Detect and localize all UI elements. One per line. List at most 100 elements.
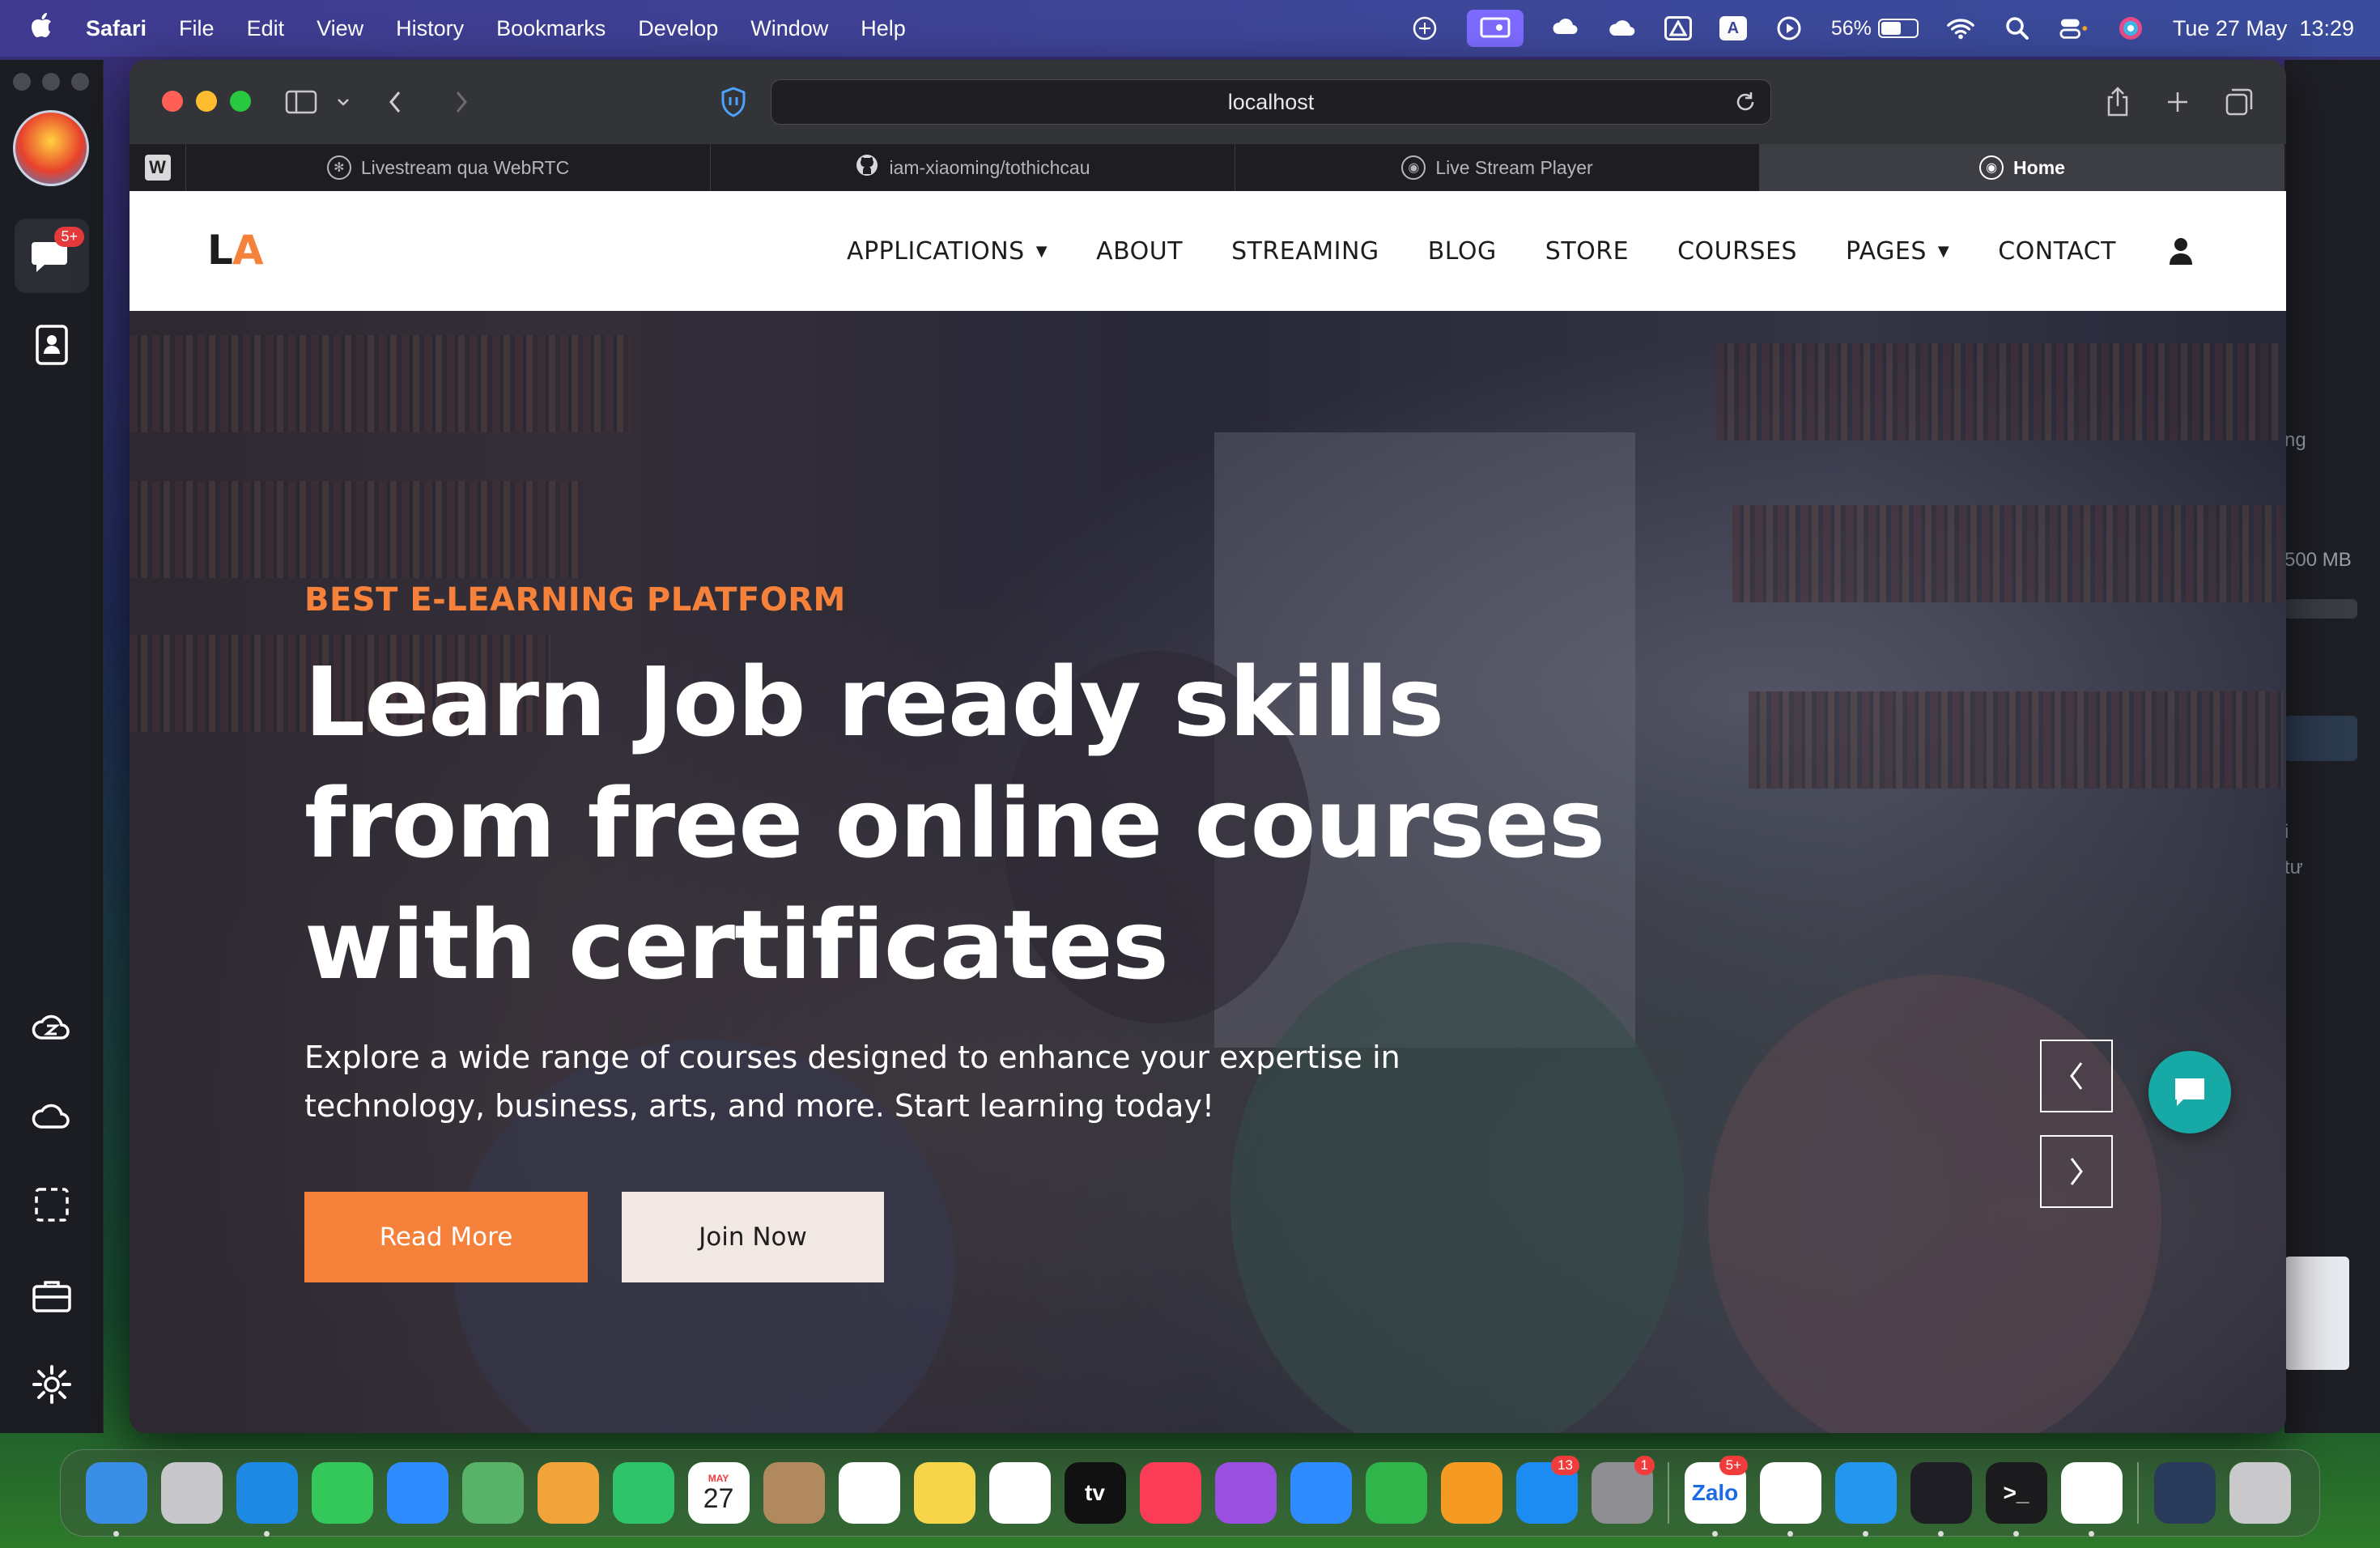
siri-icon[interactable] (2116, 14, 2145, 43)
chat-nav-button[interactable]: 5+ (15, 219, 89, 293)
tab-overview-icon[interactable] (2221, 84, 2257, 120)
reload-icon[interactable] (1733, 90, 1757, 120)
tab-live-stream-player[interactable]: ◉ Live Stream Player (1235, 144, 1760, 191)
weather-icon[interactable] (1551, 14, 1580, 43)
dock-item[interactable] (229, 1459, 304, 1537)
dock-item[interactable] (1208, 1459, 1283, 1527)
dock-item[interactable]: 1 (1584, 1456, 1660, 1527)
dock-item[interactable] (1828, 1459, 1903, 1537)
settings-icon[interactable] (15, 1347, 89, 1422)
menu-help[interactable]: Help (861, 16, 906, 41)
dock-item[interactable] (2147, 1459, 2222, 1527)
menu-develop[interactable]: Develop (638, 16, 718, 41)
dock-item[interactable]: tv (1057, 1459, 1133, 1527)
wifi-icon[interactable] (1946, 14, 1975, 43)
dock-item[interactable] (154, 1459, 229, 1527)
nav-streaming[interactable]: STREAMING (1231, 237, 1379, 266)
app-menu[interactable]: Safari (86, 16, 147, 41)
screenshot-icon[interactable] (15, 1167, 89, 1242)
openai-icon[interactable] (1410, 14, 1439, 43)
briefcase-icon[interactable] (15, 1258, 89, 1333)
play-icon[interactable] (1774, 14, 1804, 43)
menu-clock[interactable]: Tue 27 May 13:29 (2173, 16, 2354, 41)
menu-bookmarks[interactable]: Bookmarks (496, 16, 606, 41)
menu-edit[interactable]: Edit (247, 16, 285, 41)
carousel-prev-button[interactable] (2040, 1040, 2113, 1112)
share-icon[interactable] (2100, 84, 2136, 120)
dock-item[interactable]: MAY 27 (681, 1459, 756, 1527)
sidebar-toggle-icon[interactable] (283, 84, 319, 120)
control-center-icon[interactable] (2059, 14, 2089, 43)
close-button[interactable] (162, 91, 183, 112)
back-button[interactable] (377, 84, 413, 120)
nav-blog[interactable]: BLOG (1428, 237, 1497, 266)
nav-courses[interactable]: COURSES (1677, 237, 1797, 266)
icloud-icon[interactable] (1608, 14, 1637, 43)
dock-item[interactable]: 13 (1509, 1456, 1584, 1527)
menu-history[interactable]: History (396, 16, 464, 41)
zoom-button[interactable] (230, 91, 251, 112)
dock-item[interactable] (455, 1459, 530, 1527)
privacy-shield-icon[interactable] (716, 84, 751, 120)
forward-button[interactable] (444, 84, 479, 120)
dock-item[interactable] (530, 1459, 606, 1527)
dock-item[interactable] (606, 1459, 681, 1527)
menu-view[interactable]: View (317, 16, 363, 41)
tab-github[interactable]: iam-xiaoming/tothichcau (711, 144, 1235, 191)
chevron-down-icon[interactable] (325, 84, 361, 120)
dock-item[interactable] (1903, 1459, 1978, 1537)
dock-item[interactable] (79, 1459, 154, 1537)
avatar[interactable] (13, 110, 89, 186)
carousel-next-button[interactable] (2040, 1135, 2113, 1208)
dock-item[interactable] (380, 1459, 455, 1527)
tab-home[interactable]: ◉ Home (1760, 144, 2284, 191)
running-indicator (2013, 1531, 2019, 1537)
nav-applications[interactable]: APPLICATIONS ▼ (847, 237, 1048, 266)
nav-about[interactable]: ABOUT (1096, 237, 1183, 266)
address-bar[interactable]: localhost (771, 79, 1771, 125)
nav-pages[interactable]: PAGES ▼ (1846, 237, 1949, 266)
tab-livestream-webrtc[interactable]: ✻ Livestream qua WebRTC (186, 144, 711, 191)
menu-window[interactable]: Window (750, 16, 828, 41)
dock-item[interactable] (831, 1459, 907, 1527)
nav-store[interactable]: STORE (1545, 237, 1629, 266)
dock-item[interactable] (982, 1459, 1057, 1527)
dock-item[interactable] (907, 1459, 982, 1527)
read-more-button[interactable]: Read More (304, 1192, 588, 1282)
apple-menu-icon[interactable] (29, 11, 62, 46)
site-logo[interactable]: LA (207, 227, 264, 274)
join-now-button[interactable]: Join Now (622, 1192, 884, 1282)
nav-contact[interactable]: CONTACT (1998, 237, 2116, 266)
cloud-z-icon[interactable] (15, 989, 89, 1064)
drive-icon[interactable] (1664, 16, 1692, 40)
messages-icon (311, 1462, 373, 1524)
contacts-nav-button[interactable] (15, 308, 89, 382)
dock-item[interactable] (1283, 1459, 1358, 1527)
dock-item[interactable] (2054, 1459, 2129, 1537)
search-icon[interactable] (2003, 14, 2032, 43)
input-source-icon[interactable]: A (1719, 16, 1747, 40)
dock-item[interactable] (756, 1459, 831, 1527)
hero-content: BEST E-LEARNING PLATFORM Learn Job ready… (304, 581, 1681, 1282)
user-icon[interactable] (2165, 235, 2197, 267)
new-tab-icon[interactable] (2160, 84, 2195, 120)
menu-file[interactable]: File (179, 16, 215, 41)
battery-indicator[interactable]: 56% (1831, 17, 1919, 40)
dock-item[interactable] (2222, 1459, 2297, 1527)
pages-icon (1440, 1462, 1502, 1524)
screen-share-icon[interactable] (1466, 10, 1524, 47)
minimize-button[interactable] (196, 91, 217, 112)
dock-item[interactable] (1358, 1459, 1434, 1527)
dock-item[interactable] (304, 1459, 380, 1527)
dock-item[interactable]: >_ (1978, 1459, 2054, 1537)
chat-widget-button[interactable] (2148, 1051, 2231, 1133)
github-icon (855, 153, 879, 182)
keynote-icon (1290, 1462, 1352, 1524)
dock-item[interactable] (1133, 1459, 1208, 1527)
dock-item[interactable] (1434, 1459, 1509, 1527)
dock-item[interactable] (1753, 1459, 1828, 1537)
tab-pinned[interactable]: W (130, 144, 186, 191)
dock-icon-label: Zalo (1691, 1480, 1739, 1505)
cloud-icon[interactable] (15, 1078, 89, 1153)
dock-item[interactable]: Zalo 5+ (1677, 1456, 1753, 1537)
